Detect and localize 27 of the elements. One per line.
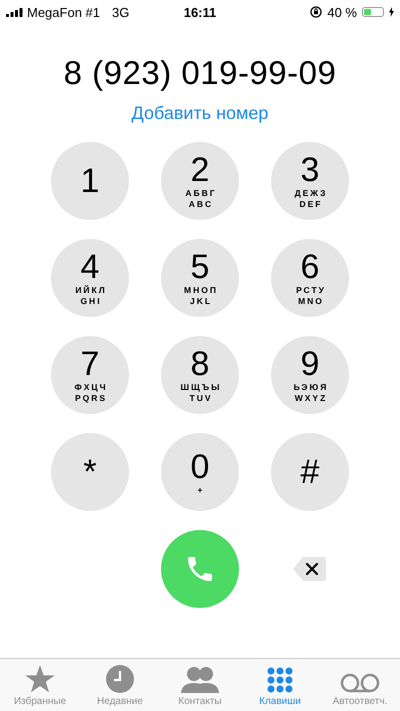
keypad-icon bbox=[267, 667, 293, 693]
clock-icon bbox=[106, 665, 134, 693]
contacts-icon bbox=[181, 665, 219, 693]
network-type: 3G bbox=[112, 4, 130, 20]
dial-key[interactable]: 7 ФХЦЧ PQRS bbox=[51, 336, 129, 414]
battery-percent: 40 % bbox=[327, 4, 357, 20]
phone-number: 8 (923) 019-99-09 bbox=[62, 54, 338, 92]
dial-key[interactable]: 2 АБВГ ABC bbox=[161, 142, 239, 220]
voicemail-icon bbox=[340, 673, 380, 693]
dial-key[interactable]: 1 bbox=[51, 142, 129, 220]
carrier-name: MegaFon #1 bbox=[27, 4, 100, 20]
add-number-link[interactable]: Добавить номер bbox=[132, 103, 268, 124]
dial-key[interactable]: 5 МНОП JKL bbox=[161, 239, 239, 317]
rotation-lock-icon bbox=[310, 6, 322, 18]
dial-key[interactable]: 3 ДЕЖЗ DEF bbox=[271, 142, 349, 220]
signal-icon bbox=[6, 8, 23, 16]
dial-key[interactable]: * bbox=[51, 433, 129, 511]
clock-time: 16:11 bbox=[184, 4, 216, 20]
dial-key[interactable]: 9 ЬЭЮЯ WXYZ bbox=[271, 336, 349, 414]
dial-key[interactable]: 0 + bbox=[161, 433, 239, 511]
dial-key[interactable]: # bbox=[271, 433, 349, 511]
dial-key[interactable]: 4 ИЙКЛ GHI bbox=[51, 239, 129, 317]
dial-key[interactable]: 6 РСТУ MNO bbox=[271, 239, 349, 317]
battery-icon bbox=[362, 7, 384, 17]
dial-key[interactable]: 8 ШЩЪЫ TUV bbox=[161, 336, 239, 414]
star-icon bbox=[25, 665, 55, 693]
delete-button[interactable] bbox=[293, 556, 327, 582]
